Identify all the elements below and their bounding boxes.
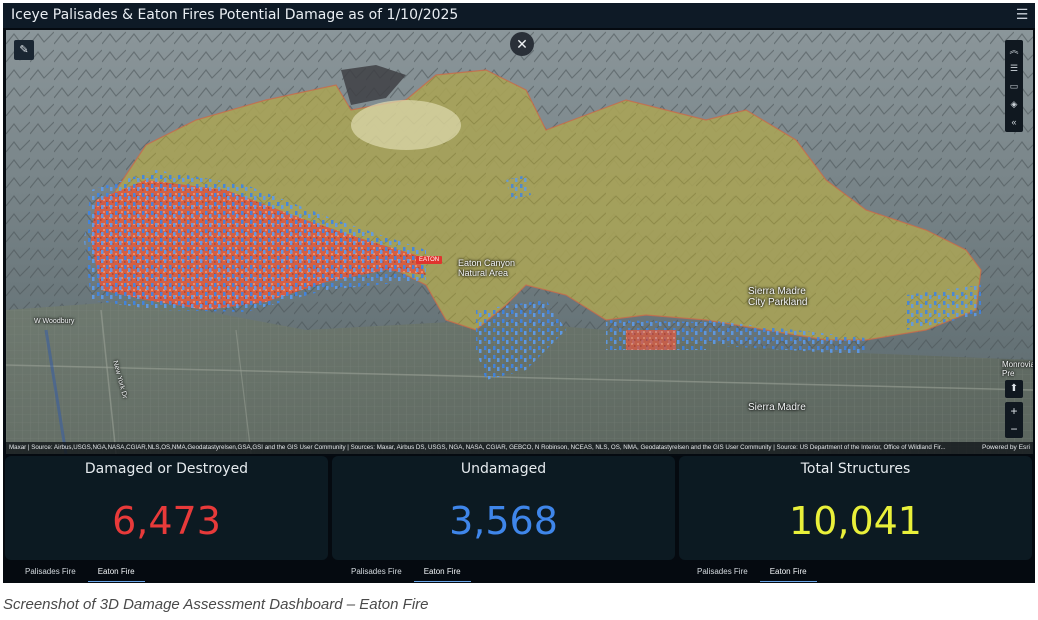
- map-label-canyon: Eaton Canyon Natural Area: [458, 258, 516, 278]
- powered-by-esri[interactable]: Powered by Esri: [982, 442, 1030, 454]
- tab-eaton-fire[interactable]: Eaton Fire: [87, 562, 145, 582]
- undamaged-value: 3,568: [449, 499, 558, 543]
- dashboard-title: Iceye Palisades & Eaton Fires Potential …: [11, 7, 459, 23]
- damaged-value: 6,473: [112, 499, 221, 543]
- figure-caption: Screenshot of 3D Damage Assessment Dashb…: [3, 596, 429, 613]
- tabs-total: Palisades Fire Eaton Fire: [687, 562, 819, 582]
- tabs-undamaged: Palisades Fire Eaton Fire: [341, 562, 473, 582]
- map-toolbar: ︽ ☰ ▭ ◈ «: [1005, 40, 1023, 132]
- dashboard: Iceye Palisades & Eaton Fires Potential …: [3, 3, 1035, 583]
- damaged-title: Damaged or Destroyed: [84, 461, 249, 477]
- presentation-icon[interactable]: ▭: [1005, 77, 1023, 95]
- edit-icon[interactable]: ✎: [14, 40, 34, 60]
- total-panel: Total Structures 10,041: [679, 456, 1032, 560]
- undamaged-title: Undamaged: [460, 461, 547, 477]
- total-value: 10,041: [789, 499, 922, 543]
- hamburger-icon[interactable]: ☰: [1015, 7, 1029, 23]
- tab-eaton-fire[interactable]: Eaton Fire: [413, 562, 471, 582]
- damaged-panel: Damaged or Destroyed 6,473: [5, 456, 328, 560]
- tabs-damaged: Palisades Fire Eaton Fire: [15, 562, 147, 582]
- tab-palisades-fire[interactable]: Palisades Fire: [687, 562, 758, 582]
- map-label-woodbury: W Woodbury: [34, 318, 75, 325]
- collapse-up-icon[interactable]: ︽: [1005, 41, 1023, 59]
- undamaged-panel: Undamaged 3,568: [332, 456, 675, 560]
- zoom-controls: + −: [1005, 402, 1023, 438]
- eaton-marker: EATON: [416, 256, 443, 264]
- terrain-imagery: [6, 30, 1033, 454]
- map-label-parkland: Sierra Madre City Parkland: [748, 286, 808, 308]
- map-label-monrovia: Monrovia Pre: [1002, 360, 1033, 378]
- collapse-left-icon[interactable]: «: [1005, 113, 1023, 131]
- map-attribution: Maxar | Source: Airbus,USGS,NGA,NASA,CGI…: [6, 442, 1033, 454]
- map-label-sierra-madre: Sierra Madre: [748, 402, 806, 413]
- tab-palisades-fire[interactable]: Palisades Fire: [341, 562, 412, 582]
- layers-icon[interactable]: ◈: [1005, 95, 1023, 113]
- compass-icon[interactable]: ⬆: [1005, 380, 1023, 398]
- total-title: Total Structures: [800, 461, 911, 477]
- zoom-out-button[interactable]: −: [1005, 420, 1023, 438]
- legend-icon[interactable]: ☰: [1005, 59, 1023, 77]
- scene-map[interactable]: EATON Eaton Canyon Natural Area Sierra M…: [6, 30, 1033, 454]
- tab-eaton-fire[interactable]: Eaton Fire: [759, 562, 817, 582]
- close-icon[interactable]: ✕: [510, 32, 534, 56]
- attribution-text: Maxar | Source: Airbus,USGS,NGA,NASA,CGI…: [9, 444, 946, 451]
- zoom-in-button[interactable]: +: [1005, 402, 1023, 420]
- title-bar: Iceye Palisades & Eaton Fires Potential …: [3, 3, 1035, 28]
- tab-palisades-fire[interactable]: Palisades Fire: [15, 562, 86, 582]
